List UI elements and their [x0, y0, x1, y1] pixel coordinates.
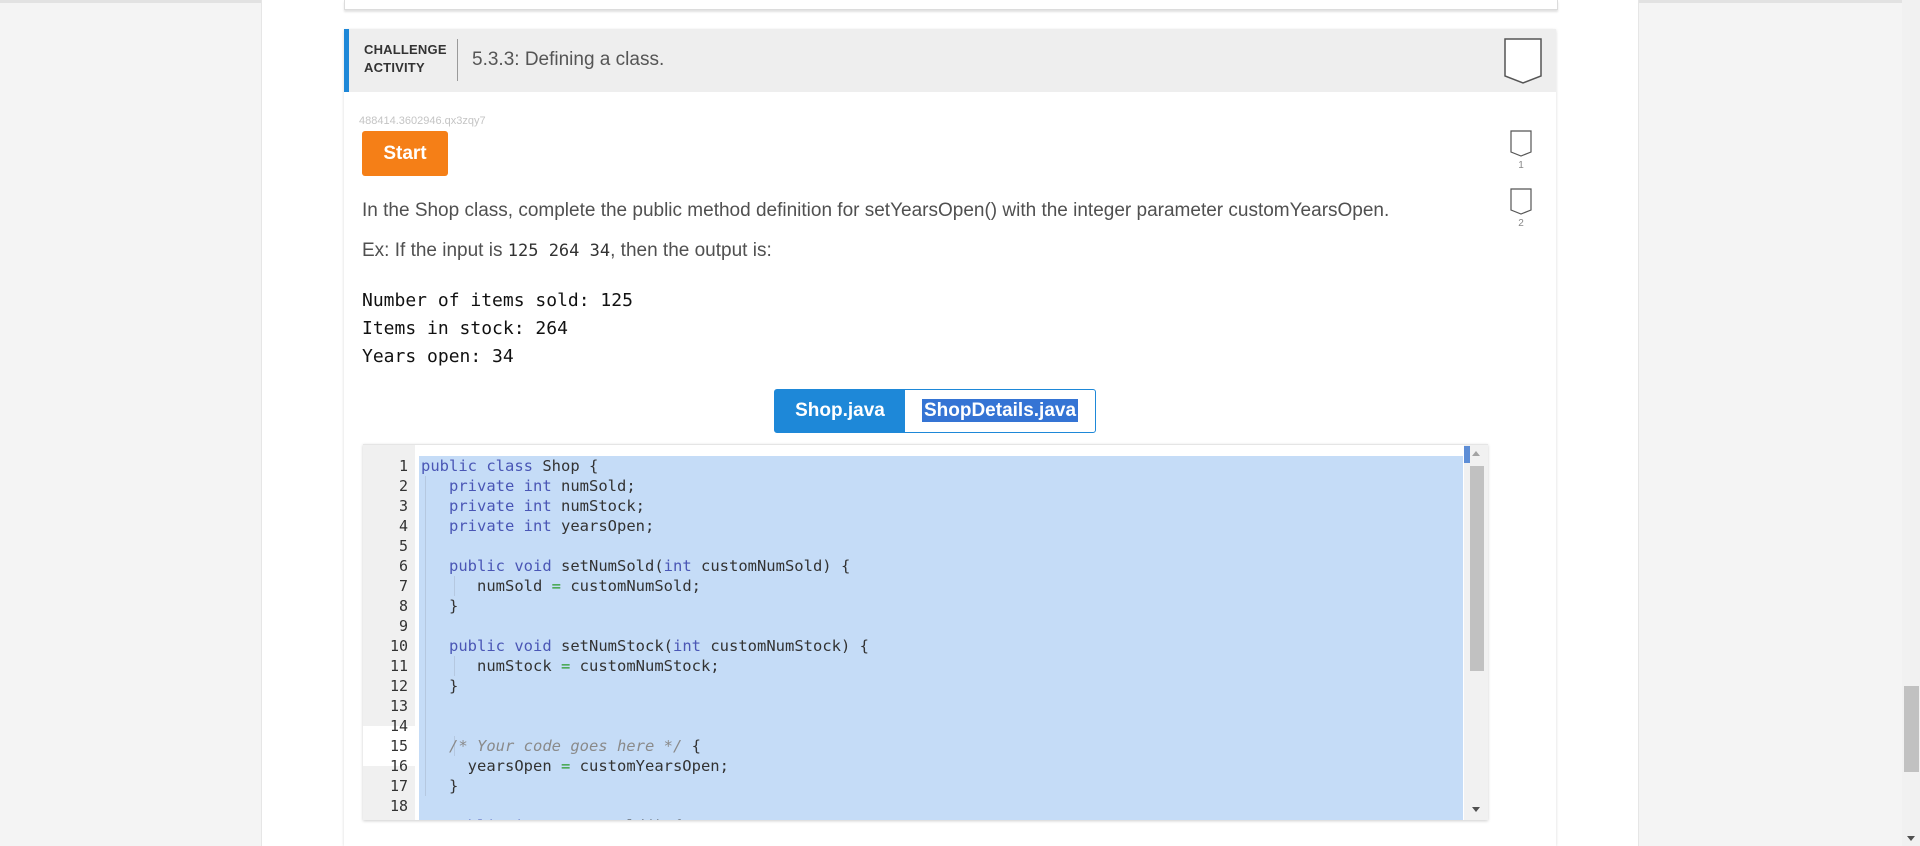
code-line: public void setNumStock(int customNumSto…	[449, 637, 869, 655]
line-number: 1	[398, 457, 408, 475]
example-text: Ex: If the input is 125 264 34, then the…	[362, 240, 772, 262]
code-line: numSold = customNumSold;	[421, 577, 701, 595]
line-number: 18	[389, 797, 408, 815]
line-number: 11	[389, 657, 408, 675]
editor-scrollbar-thumb[interactable]	[1470, 466, 1484, 671]
activity-title: 5.3.3: Defining a class.	[472, 49, 665, 70]
level-number: 2	[1518, 218, 1524, 229]
level-bookmark-icon	[1510, 188, 1532, 215]
progress-level-1[interactable]: 1	[1510, 130, 1532, 171]
window-scrollbar-thumb[interactable]	[1904, 686, 1919, 772]
code-line: }	[421, 597, 459, 615]
code-line: }	[421, 777, 459, 795]
scroll-selection-marker	[1464, 446, 1470, 463]
line-number: 8	[398, 597, 408, 615]
example-suffix: , then the output is:	[610, 240, 772, 261]
activity-type-line1: CHALLENGE	[364, 42, 447, 57]
line-number: 17	[389, 777, 408, 795]
line-number-gutter: 1 2 3 4 5 6 7 8 9 10 11 12 13 14 15 16 1…	[363, 445, 415, 820]
code-line: private int numSold;	[449, 477, 636, 495]
progress-level-2[interactable]: 2	[1510, 188, 1532, 229]
code-editor[interactable]: 1 2 3 4 5 6 7 8 9 10 11 12 13 14 15 16 1…	[363, 444, 1488, 820]
code-line: /* Your code goes here */ {	[449, 737, 701, 755]
code-line: yearsOpen = customYearsOpen;	[421, 757, 729, 775]
scroll-up-arrow-icon[interactable]	[1472, 451, 1480, 456]
start-button[interactable]: Start	[362, 131, 448, 176]
editor-scrollbar[interactable]	[1464, 445, 1488, 820]
expected-output: Number of items sold: 125 Items in stock…	[362, 290, 633, 367]
line-number: 15	[389, 737, 408, 755]
code-line: numStock = customNumStock;	[421, 657, 720, 675]
activity-id: 488414.3602946.qx3zqy7	[359, 115, 486, 127]
activity-header: CHALLENGE ACTIVITY 5.3.3: Defining a cla…	[344, 29, 1556, 92]
window-scroll-down-arrow-icon[interactable]	[1907, 836, 1915, 841]
line-number: 7	[398, 577, 408, 595]
line-number: 14	[389, 717, 408, 735]
line-number: 4	[398, 517, 408, 535]
line-number: 10	[389, 637, 408, 655]
code-line: public int getNumSold() {	[421, 816, 682, 820]
line-number: 3	[398, 497, 408, 515]
window-scrollbar[interactable]	[1902, 0, 1920, 846]
line-number: 9	[398, 617, 408, 635]
example-prefix: Ex: If the input is	[362, 240, 508, 261]
line-number: 2	[398, 477, 408, 495]
line-number: 16	[389, 757, 408, 775]
code-line: }	[421, 677, 459, 695]
previous-activity-card	[344, 0, 1558, 10]
code-line: private int numStock;	[449, 497, 645, 515]
header-divider	[457, 39, 458, 81]
example-input: 125 264 34	[507, 241, 611, 261]
activity-type-label: CHALLENGE ACTIVITY	[364, 41, 447, 77]
page-content: CHALLENGE ACTIVITY 5.3.3: Defining a cla…	[261, 0, 1639, 846]
code-line: private int yearsOpen;	[449, 517, 655, 535]
challenge-activity-card: CHALLENGE ACTIVITY 5.3.3: Defining a cla…	[344, 29, 1556, 846]
line-number: 12	[389, 677, 408, 695]
completion-bookmark-icon	[1504, 38, 1542, 84]
tab-shopdetails-java[interactable]: ShopDetails.java	[905, 390, 1095, 432]
level-bookmark-icon	[1510, 130, 1532, 157]
line-number: 5	[398, 537, 408, 555]
file-tabs: Shop.java ShopDetails.java	[774, 389, 1096, 433]
line-number: 6	[398, 557, 408, 575]
tab-shop-java[interactable]: Shop.java	[775, 390, 905, 432]
scroll-down-arrow-icon[interactable]	[1472, 807, 1480, 812]
activity-type-line2: ACTIVITY	[364, 60, 425, 75]
code-line: public void setNumSold(int customNumSold…	[449, 557, 851, 575]
instructions: In the Shop class, complete the public m…	[362, 200, 1390, 221]
tab-shopdetails-label: ShopDetails.java	[920, 398, 1080, 423]
code-line: public class Shop {	[421, 457, 599, 475]
line-number: 13	[389, 697, 408, 715]
level-number: 1	[1518, 160, 1524, 171]
